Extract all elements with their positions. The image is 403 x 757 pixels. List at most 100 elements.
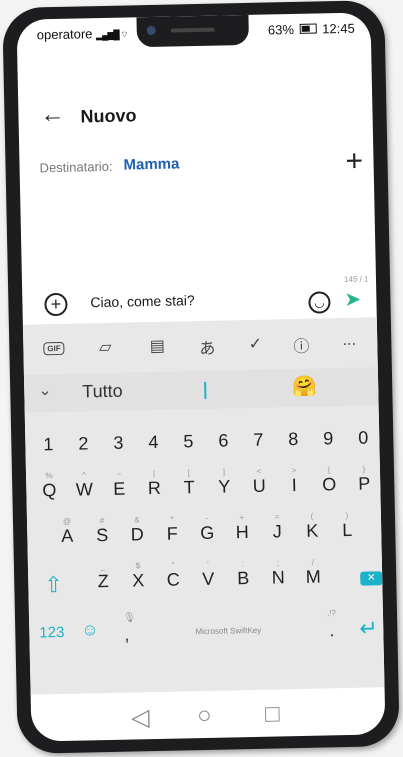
key-0[interactable]: 0 (348, 419, 379, 449)
key-r[interactable]: | R (139, 469, 170, 500)
key-u[interactable]: < U (244, 467, 275, 497)
check-icon[interactable]: ✓ (241, 334, 269, 355)
key-label: G (200, 522, 215, 544)
key-c[interactable]: " C (158, 561, 189, 591)
key-k[interactable]: (K (297, 512, 328, 542)
key-label: A (61, 525, 74, 546)
key-label: 3 (113, 432, 124, 453)
sticker-icon[interactable]: ▱ (91, 337, 119, 358)
collapse-icon[interactable]: ⌄ (38, 380, 52, 400)
key-label: Z (97, 570, 109, 592)
key-label: C (166, 569, 180, 590)
key-label: 4 (148, 431, 159, 453)
key-label: E (113, 478, 126, 499)
key-3[interactable]: 3 (103, 424, 134, 454)
phone-frame: operatore ▂▄▆█ ⌔ 63% 12:45 ← Nuovo Desti… (2, 0, 400, 754)
key-label: F (166, 523, 178, 544)
key-label: N (271, 567, 285, 588)
battery-icon (299, 23, 317, 34)
key-n[interactable]: ; N (263, 558, 294, 589)
key-a[interactable]: @ A (52, 517, 83, 548)
key-j[interactable]: = J (262, 512, 293, 543)
key-label: 5 (183, 431, 194, 452)
key-s[interactable]: # S (87, 516, 118, 547)
camera-notch (136, 14, 250, 48)
key-o[interactable]: {O (314, 465, 345, 496)
key-d[interactable]: & D (122, 515, 153, 546)
hugging-emoji-suggestion[interactable]: 🤗 (292, 374, 317, 400)
backspace-icon[interactable]: ✕ (360, 571, 383, 586)
key-5[interactable]: 5 (173, 423, 204, 453)
key-l[interactable]: ) L (332, 511, 363, 542)
key-f[interactable]: * F (157, 515, 188, 545)
space-bar-label: Microsoft SwiftKey (195, 625, 262, 637)
period-key[interactable]: . (329, 620, 334, 641)
numbers-key[interactable]: 123 (39, 624, 64, 642)
key-label: P (358, 473, 371, 494)
key-m[interactable]: / M (298, 558, 329, 588)
key-6[interactable]: 6 (208, 422, 239, 452)
recipient-label: Destinatario: (39, 158, 113, 176)
key-label: J (272, 521, 282, 542)
key-label: B (236, 568, 250, 589)
system-nav-bar: ◁ ○ □ (31, 692, 386, 739)
clipboard-icon[interactable]: ▤ (143, 336, 171, 357)
plus-icon[interactable]: + (345, 145, 363, 179)
enter-icon[interactable]: ↵ (359, 615, 378, 641)
nav-back-icon[interactable]: ◁ (131, 703, 150, 732)
key-label: T (183, 477, 196, 498)
more-icon[interactable]: ... (335, 332, 363, 351)
key-z[interactable]: _ Z (88, 562, 119, 593)
key-h[interactable]: + H (227, 513, 258, 544)
key-i[interactable]: > I (279, 466, 310, 497)
text-cursor (204, 381, 207, 399)
key-v[interactable]: ' V (193, 560, 224, 591)
space-bar[interactable]: Microsoft SwiftKey (145, 613, 312, 648)
camera-icon (146, 25, 156, 36)
gif-button[interactable]: GIF (43, 341, 65, 356)
key-b[interactable]: :B (228, 559, 259, 590)
key-w[interactable]: ^ W (69, 470, 100, 501)
key-7[interactable]: 7 (243, 422, 274, 452)
suggestion-word[interactable]: Tutto (82, 381, 123, 403)
key-1[interactable]: 1 (33, 426, 64, 456)
key-q[interactable]: % Q (34, 471, 65, 502)
key-p[interactable]: } P (349, 465, 380, 495)
key-label: X (132, 570, 145, 591)
key-x[interactable]: $ X (123, 561, 154, 592)
key-t[interactable]: [T (174, 468, 205, 499)
period-key-secondary: ,!? (326, 608, 336, 618)
key-y[interactable]: ] Y (209, 468, 240, 498)
shift-icon[interactable]: ⇧ (44, 572, 63, 598)
translate-icon[interactable]: あ (193, 335, 221, 360)
nav-home-icon[interactable]: ○ (197, 702, 212, 730)
key-4[interactable]: 4 (138, 424, 169, 454)
plus-circle-icon[interactable]: + (44, 292, 68, 317)
suggestion-bar: ⌄ Tutto 🤗 (23, 367, 379, 413)
key-g[interactable]: -G (192, 514, 223, 545)
key-8[interactable]: 8 (278, 421, 309, 451)
key-9[interactable]: 9 (313, 420, 344, 450)
keyboard-toolbar: GIF ▱ ▤ あ ✓ ⓘ ... (23, 323, 378, 366)
message-input[interactable]: Ciao, come stai? (90, 292, 195, 310)
key-e[interactable]: ~ E (104, 470, 135, 500)
key-2[interactable]: 2 (68, 425, 99, 455)
key-label: 6 (218, 430, 229, 451)
key-label: I (291, 475, 297, 496)
keyboard: GIF ▱ ▤ あ ✓ ⓘ ... ⌄ Tutto 🤗 1234567890 %… (22, 317, 385, 695)
key-label: V (202, 568, 215, 590)
back-arrow-icon[interactable]: ← (40, 101, 65, 129)
send-icon[interactable]: ➤ (344, 287, 361, 312)
comma-key[interactable]: , (124, 625, 129, 646)
recipient-row: Destinatario: Mamma + (19, 145, 374, 187)
signal-icon: ▂▄▆█ ⌔ (95, 29, 128, 41)
recipient-chip[interactable]: Mamma (123, 155, 179, 173)
nav-recents-icon[interactable]: □ (265, 700, 280, 728)
info-icon[interactable]: ⓘ (287, 333, 315, 358)
smiley-icon[interactable]: ☺ (81, 620, 99, 640)
smiley-icon[interactable]: ◡ (308, 291, 331, 314)
key-label: 2 (78, 433, 89, 454)
key-label: H (235, 522, 249, 543)
key-label: W (75, 479, 94, 500)
app-bar: ← Nuovo (18, 96, 373, 133)
